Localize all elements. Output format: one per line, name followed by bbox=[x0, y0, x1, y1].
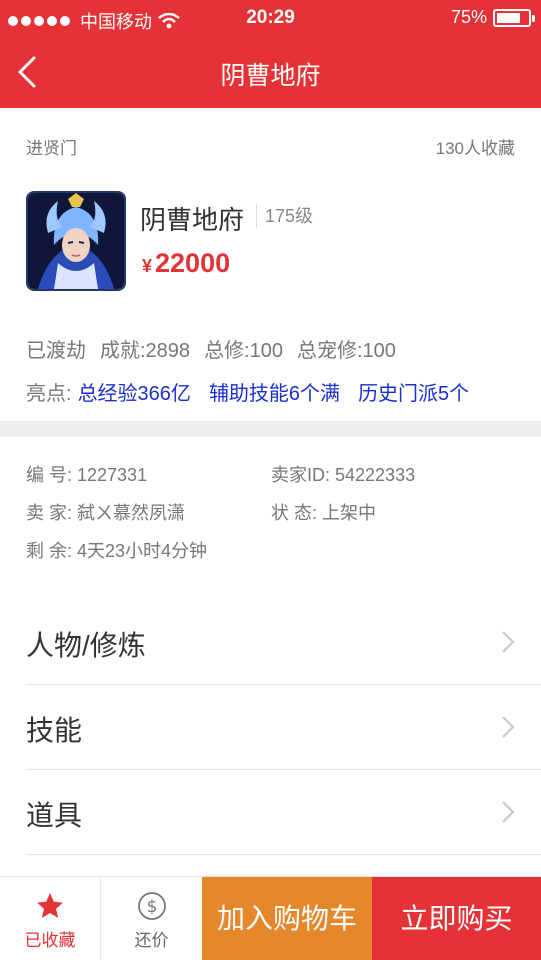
listing-summary: 进贤门 130人收藏 阴曹地府 175级 ¥22000 已渡劫 成就:2898 … bbox=[0, 108, 541, 421]
menu-item-label: 人物/修炼 bbox=[26, 630, 146, 661]
listing-status: 状 态: 上架中 bbox=[271, 503, 377, 523]
listing-id: 编 号: 1227331 bbox=[26, 465, 148, 485]
menu-item-items[interactable]: 道具 bbox=[26, 770, 541, 855]
star-icon bbox=[37, 893, 63, 918]
dollar-icon: $ bbox=[137, 892, 166, 920]
seller-id: 卖家ID: 54222333 bbox=[271, 465, 416, 485]
stat-item: 成就:2898 bbox=[100, 340, 191, 362]
section-divider bbox=[0, 421, 541, 437]
status-bar: 中国移动 20:29 75% bbox=[0, 0, 541, 36]
highlight-item: 辅助技能6个满 bbox=[208, 383, 341, 405]
bottom-action-bar: 已收藏 $ 还价 加入购物车 立即购买 bbox=[0, 876, 541, 960]
header: 中国移动 20:29 75% 阴曹地府 bbox=[0, 0, 541, 108]
highlight-item: 总经验366亿 bbox=[77, 383, 191, 405]
chevron-right-icon bbox=[502, 631, 515, 653]
stats-row: 已渡劫 成就:2898 总修:100 总宠修:100 bbox=[26, 334, 396, 363]
chevron-right-icon bbox=[502, 716, 515, 738]
detail-menu: 人物/修炼 技能 道具 bbox=[0, 600, 541, 855]
battery-icon bbox=[493, 8, 535, 27]
battery-percent: 75% bbox=[450, 7, 487, 27]
menu-item-label: 道具 bbox=[26, 800, 83, 831]
page-title: 阴曹地府 bbox=[220, 62, 321, 90]
svg-text:$: $ bbox=[146, 897, 157, 917]
price-value: 22000 bbox=[155, 248, 231, 278]
favorite-label: 已收藏 bbox=[24, 931, 76, 950]
add-to-cart-button[interactable]: 加入购物车 bbox=[202, 877, 372, 960]
stat-item: 总宠修:100 bbox=[297, 340, 396, 362]
highlight-item: 历史门派5个 bbox=[358, 383, 470, 405]
price: ¥22000 bbox=[142, 248, 230, 279]
shop-name: 进贤门 bbox=[26, 139, 77, 158]
menu-item-character[interactable]: 人物/修炼 bbox=[26, 600, 541, 685]
menu-item-skills[interactable]: 技能 bbox=[26, 685, 541, 770]
bargain-button[interactable]: $ 还价 bbox=[101, 877, 202, 960]
bargain-label: 还价 bbox=[134, 931, 169, 950]
stat-item: 总修:100 bbox=[204, 340, 283, 362]
highlight-label: 亮点: bbox=[26, 383, 72, 405]
menu-item-label: 技能 bbox=[26, 715, 83, 746]
character-avatar bbox=[26, 191, 126, 291]
character-level: 175级 bbox=[256, 204, 313, 228]
chevron-right-icon bbox=[502, 801, 515, 823]
favorite-button[interactable]: 已收藏 bbox=[0, 877, 101, 960]
seller-name: 卖 家: 弑ㄨ慕然夙潇 bbox=[26, 503, 186, 523]
highlights-row: 亮点: 总经验366亿 辅助技能6个满 历史门派5个 bbox=[26, 377, 469, 406]
listing-info: 编 号: 1227331 卖家ID: 54222333 卖 家: 弑ㄨ慕然夙潇 … bbox=[0, 437, 541, 577]
currency-symbol: ¥ bbox=[142, 256, 153, 276]
buy-now-button[interactable]: 立即购买 bbox=[372, 877, 541, 960]
stat-item: 已渡劫 bbox=[26, 340, 86, 362]
character-name: 阴曹地府 bbox=[140, 205, 245, 235]
favorite-count: 130人收藏 bbox=[435, 139, 515, 158]
time-remaining: 剩 余: 4天23小时4分钟 bbox=[26, 541, 208, 561]
